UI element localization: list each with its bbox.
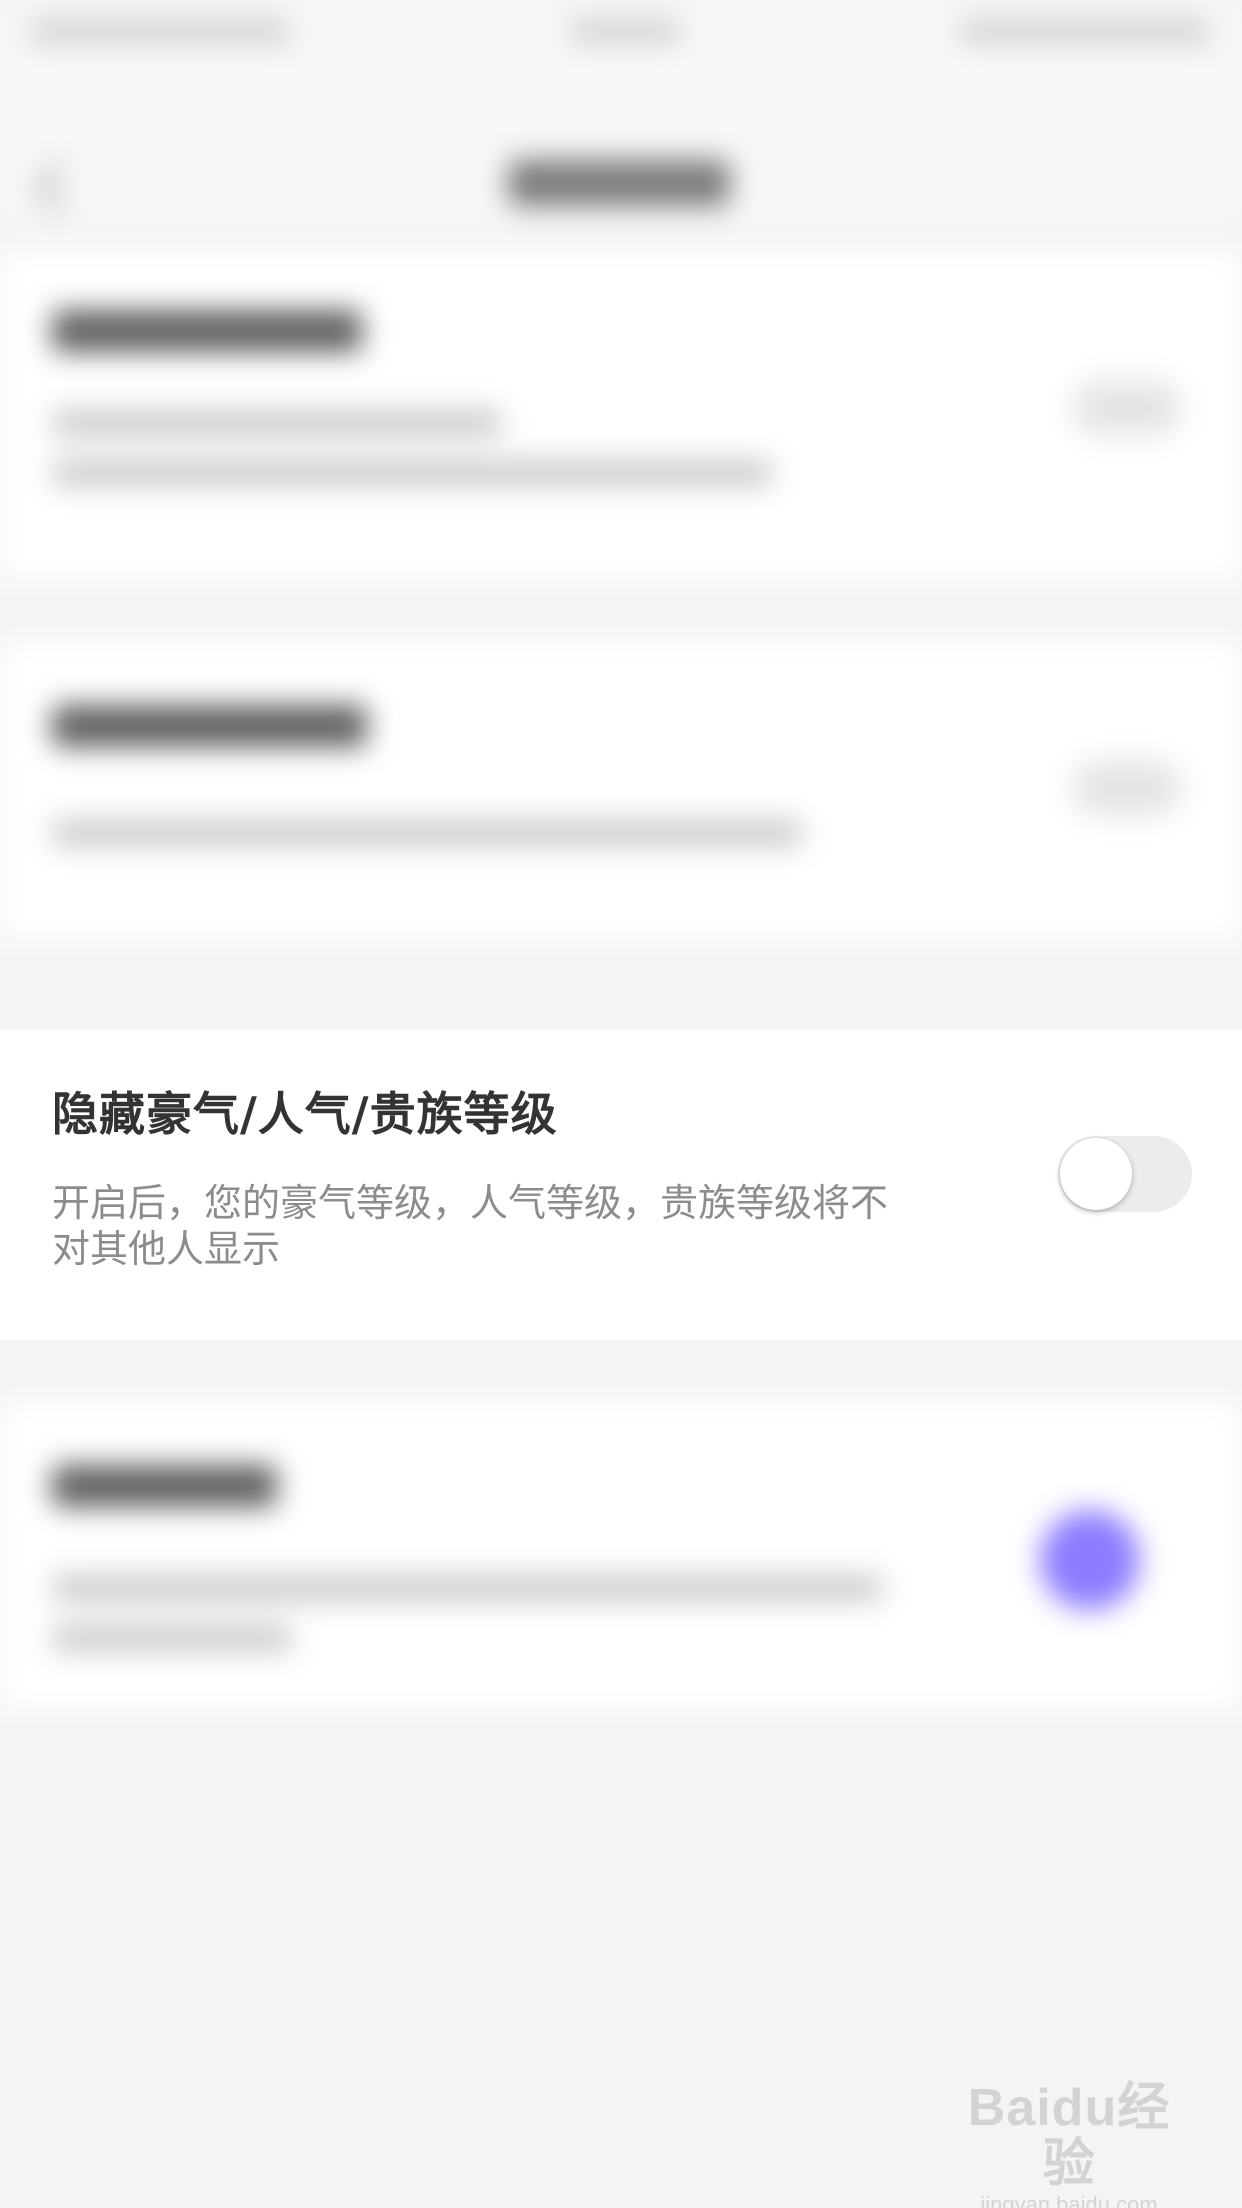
setting-card-2-title — [52, 705, 367, 747]
setting-card-4-toggle[interactable] — [1040, 1510, 1140, 1610]
status-bar-left — [30, 20, 290, 42]
chevron-left-icon[interactable] — [34, 162, 86, 214]
setting-card-1-desc-line-2 — [52, 460, 772, 486]
setting-card-4 — [0, 1400, 1242, 1710]
hide-levels-toggle[interactable] — [1058, 1136, 1192, 1212]
page-title — [508, 160, 730, 206]
settings-screen: 隐藏豪气/人气/贵族等级 开启后，您的豪气等级，人气等级，贵族等级将不对其他人显… — [0, 0, 1242, 2208]
status-bar-time — [570, 20, 680, 42]
status-bar-right — [960, 20, 1210, 42]
setting-card-4-desc-line-2 — [52, 1625, 292, 1651]
setting-card-2 — [0, 640, 1242, 940]
status-bar — [0, 0, 1242, 60]
setting-card-1-toggle[interactable] — [1072, 380, 1182, 436]
setting-item-description: 开启后，您的豪气等级，人气等级，贵族等级将不对其他人显示 — [52, 1181, 889, 1271]
setting-card-1-desc-line-1 — [52, 410, 502, 436]
watermark-logo: Baidu经验 — [967, 2079, 1171, 2193]
setting-card-4-desc-line-1 — [52, 1575, 882, 1601]
watermark-url: jingyan.baidu.com — [980, 2192, 1158, 2208]
watermark: Baidu经验 jingyan.baidu.com — [954, 2080, 1184, 2208]
setting-card-2-desc — [52, 820, 802, 846]
toggle-knob[interactable] — [1060, 1138, 1132, 1210]
setting-item-title: 隐藏豪气/人气/贵族等级 — [52, 1087, 558, 1141]
setting-item-hide-levels: 隐藏豪气/人气/贵族等级 开启后，您的豪气等级，人气等级，贵族等级将不对其他人显… — [0, 1030, 1242, 1340]
setting-card-1 — [0, 250, 1242, 580]
setting-card-2-toggle[interactable] — [1072, 760, 1182, 816]
nav-bar — [0, 60, 1242, 220]
setting-card-4-title — [52, 1465, 277, 1507]
setting-card-1-title — [52, 310, 362, 352]
